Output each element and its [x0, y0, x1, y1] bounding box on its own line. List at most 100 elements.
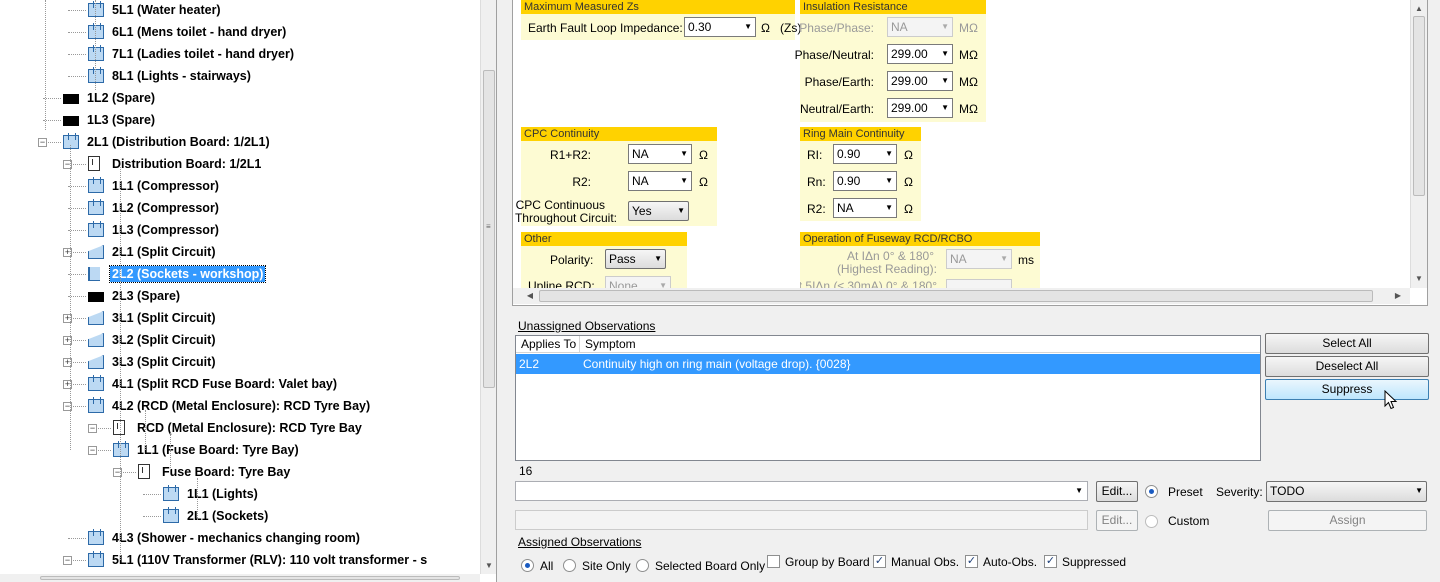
- group-title: CPC Continuity: [521, 127, 717, 141]
- tree-scroll-down-arrow[interactable]: ▼: [481, 561, 496, 570]
- ring-r2-combo[interactable]: NA ▼: [833, 198, 897, 218]
- custom-radio[interactable]: [1145, 515, 1158, 528]
- scroll-left-arrow[interactable]: ◀: [525, 291, 535, 300]
- collapse-icon[interactable]: −: [88, 446, 97, 455]
- deselect-all-button[interactable]: Deselect All: [1265, 356, 1429, 377]
- tree-item[interactable]: −4L2 (RCD (Metal Enclosure): RCD Tyre Ba…: [0, 395, 480, 417]
- tree-item[interactable]: 8L1 (Lights - stairways): [0, 65, 480, 87]
- cpc-r2-label: R2:: [572, 175, 591, 189]
- tree-item-label: Fuse Board: Tyre Bay: [162, 465, 291, 479]
- test-panel-horizontal-scrollbar[interactable]: ◀ ▶: [513, 288, 1410, 304]
- scroll-up-arrow[interactable]: ▲: [1411, 4, 1427, 13]
- tree-guide-line: [145, 410, 146, 450]
- tree-item[interactable]: − RCD (Metal Enclosure): RCD Tyre Bay: [0, 417, 480, 439]
- split-circuit-icon: [88, 333, 104, 347]
- table-row[interactable]: 2L2 Continuity high on ring main (voltag…: [516, 354, 1260, 374]
- tree-item[interactable]: 5L1 (Water heater): [0, 0, 480, 21]
- severity-combo[interactable]: TODO ▼: [1266, 481, 1427, 502]
- ir-phase-phase-combo[interactable]: NA ▼: [887, 17, 953, 37]
- group-by-board-checkbox[interactable]: [767, 555, 780, 568]
- board-icon: [88, 551, 104, 567]
- dropdown-arrow-icon: ▼: [941, 49, 949, 58]
- tree-item[interactable]: 1L1 (Compressor): [0, 175, 480, 197]
- auto-obs-checkbox[interactable]: ✓: [965, 555, 978, 568]
- tree-item[interactable]: 1L2 (Compressor): [0, 197, 480, 219]
- ir-phase-earth-combo[interactable]: 299.00 ▼: [887, 71, 953, 91]
- unassigned-observations-grid[interactable]: Applies To Symptom 2L2 Continuity high o…: [515, 335, 1261, 461]
- ring-unit: Ω: [904, 202, 913, 216]
- group-other: Other Polarity: Pass ▼ Upline RCD: None ▼: [521, 232, 687, 288]
- upline-rcd-combo[interactable]: None ▼: [605, 276, 671, 288]
- tree-item[interactable]: − 2L1 (Distribution Board: 1/2L1): [0, 131, 480, 153]
- edit-custom-button[interactable]: Edit...: [1096, 510, 1138, 531]
- edit-preset-button[interactable]: Edit...: [1096, 481, 1138, 502]
- zs-value-combo[interactable]: 0.30 ▼: [684, 17, 756, 37]
- polarity-combo[interactable]: Pass ▼: [605, 249, 666, 269]
- column-header-applies-to[interactable]: Applies To: [516, 336, 580, 353]
- test-panel-vertical-scrollbar[interactable]: ▲ ▼: [1410, 0, 1427, 288]
- tree-hscroll-thumb[interactable]: [40, 576, 460, 580]
- suppressed-checkbox[interactable]: ✓: [1044, 555, 1057, 568]
- filter-selected-board-radio[interactable]: [636, 559, 649, 572]
- combo-value: TODO: [1270, 484, 1305, 498]
- tree-item[interactable]: 7L1 (Ladies toilet - hand dryer): [0, 43, 480, 65]
- rcd-5x-combo[interactable]: [946, 279, 1012, 288]
- dropdown-arrow-icon: ▼: [885, 149, 893, 158]
- tree-item[interactable]: 2L2 (Sockets - workshop): [0, 263, 480, 285]
- ring-rn-combo[interactable]: 0.90 ▼: [833, 171, 897, 191]
- ir-phase-neutral-combo[interactable]: 299.00 ▼: [887, 44, 953, 64]
- collapse-icon[interactable]: −: [63, 556, 72, 565]
- collapse-icon[interactable]: −: [88, 424, 97, 433]
- cell-symptom: Continuity high on ring main (voltage dr…: [583, 357, 851, 371]
- tree-item[interactable]: 2L1 (Sockets): [0, 505, 480, 527]
- scroll-down-arrow[interactable]: ▼: [1411, 274, 1427, 283]
- test-panel-hscroll-thumb[interactable]: [539, 290, 1373, 302]
- tree-item[interactable]: − Fuse Board: Tyre Bay: [0, 461, 480, 483]
- tree-item[interactable]: +3L3 (Split Circuit): [0, 351, 480, 373]
- tree-item[interactable]: 1L3 (Compressor): [0, 219, 480, 241]
- rcd-unit: ms: [1018, 253, 1034, 267]
- custom-observation-input[interactable]: [515, 510, 1088, 530]
- filter-all-radio[interactable]: [521, 559, 534, 572]
- column-header-symptom[interactable]: Symptom: [580, 336, 1260, 353]
- tree-horizontal-scrollbar[interactable]: [0, 574, 480, 582]
- rcd-value-combo[interactable]: NA ▼: [946, 249, 1012, 269]
- tree-item[interactable]: +3L2 (Split Circuit): [0, 329, 480, 351]
- cpc-continuous-combo[interactable]: Yes ▼: [628, 201, 689, 221]
- tree-item[interactable]: 4L3 (Shower - mechanics changing room): [0, 527, 480, 549]
- assign-button[interactable]: Assign: [1268, 510, 1427, 531]
- splitter-grip-icon[interactable]: ≡: [486, 222, 492, 232]
- combo-value: 299.00: [891, 47, 928, 61]
- test-panel-scroll-thumb[interactable]: [1413, 16, 1425, 196]
- suppress-button[interactable]: Suppress: [1265, 379, 1429, 400]
- tree-item[interactable]: +2L1 (Split Circuit): [0, 241, 480, 263]
- tree-vertical-scrollbar[interactable]: ▼: [480, 0, 496, 574]
- ir-neutral-earth-combo[interactable]: 299.00 ▼: [887, 98, 953, 118]
- tree-item[interactable]: − 1L1 (Fuse Board: Tyre Bay): [0, 439, 480, 461]
- tree-item[interactable]: +3L1 (Split Circuit): [0, 307, 480, 329]
- tree-item[interactable]: 1L1 (Lights): [0, 483, 480, 505]
- manual-obs-checkbox[interactable]: ✓: [873, 555, 886, 568]
- dropdown-arrow-icon: ▼: [885, 176, 893, 185]
- scroll-right-arrow[interactable]: ▶: [1393, 291, 1403, 300]
- tree-item[interactable]: +4L1 (Split RCD Fuse Board: Valet bay): [0, 373, 480, 395]
- cpc-r1r2-label: R1+R2:: [549, 148, 591, 162]
- cpc-r1r2-combo[interactable]: NA ▼: [628, 144, 692, 164]
- tree-item[interactable]: 1L3 (Spare): [0, 109, 480, 131]
- tree-item[interactable]: − Distribution Board: 1/2L1: [0, 153, 480, 175]
- tree-guide-line: [197, 478, 198, 520]
- preset-radio[interactable]: [1145, 485, 1158, 498]
- ring-ri-combo[interactable]: 0.90 ▼: [833, 144, 897, 164]
- tree-item[interactable]: 1L2 (Spare): [0, 87, 480, 109]
- observation-preset-combo[interactable]: ▼: [515, 481, 1088, 501]
- cpc-r2-combo[interactable]: NA ▼: [628, 171, 692, 191]
- circuit-tree-panel: 5L1 (Water heater) 6L1 (Mens toilet - han…: [0, 0, 497, 582]
- tree-item[interactable]: 6L1 (Mens toilet - hand dryer): [0, 21, 480, 43]
- split-circuit-icon: [88, 355, 104, 369]
- combo-value: NA: [950, 252, 967, 266]
- tree-item[interactable]: − 5L1 (110V Transformer (RLV): 110 volt t…: [0, 549, 480, 571]
- tree-item[interactable]: 2L3 (Spare): [0, 285, 480, 307]
- select-all-button[interactable]: Select All: [1265, 333, 1429, 354]
- filter-site-only-radio[interactable]: [563, 559, 576, 572]
- collapse-icon[interactable]: −: [38, 138, 47, 147]
